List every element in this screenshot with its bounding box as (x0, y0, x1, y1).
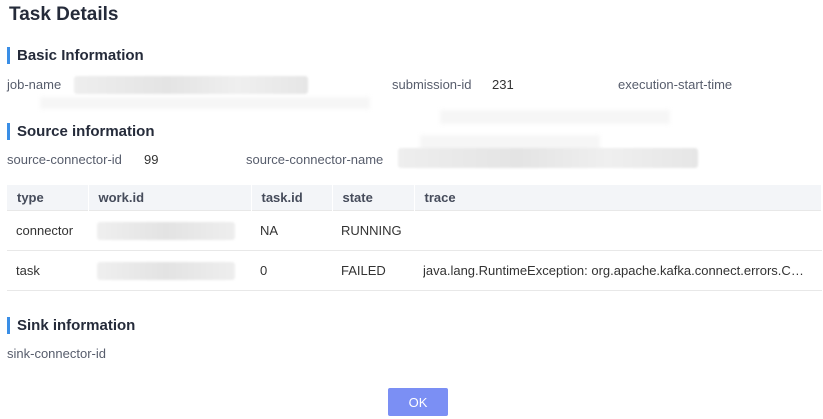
cell-trace (414, 210, 822, 251)
section-heading-label: Basic Information (17, 46, 144, 64)
cell-type: connector (7, 210, 88, 251)
section-accent-bar (7, 46, 10, 64)
cell-task-id: NA (251, 210, 332, 251)
table-row: task 0 FAILED java.lang.RuntimeException… (7, 250, 822, 291)
source-connector-name-redacted (398, 148, 698, 168)
dialog-title: Task Details (9, 4, 119, 25)
submission-id-label: submission-id (392, 77, 472, 92)
task-table: type work.id task.id state trace connect… (7, 185, 822, 291)
cell-type: task (7, 250, 88, 291)
background-artifact (440, 110, 670, 124)
cell-state: RUNNING (332, 210, 414, 251)
column-header-state: state (332, 185, 415, 211)
sink-connector-id-label: sink-connector-id (7, 346, 106, 361)
execution-start-time-label: execution-start-time (618, 77, 733, 92)
section-accent-bar (7, 122, 10, 140)
table-header-row: type work.id task.id state trace (7, 185, 822, 211)
cell-work-id (88, 250, 251, 291)
source-connector-name-label: source-connector-name (246, 152, 384, 167)
table-row: connector NA RUNNING (7, 210, 822, 251)
source-connector-id-value: 99 (144, 152, 159, 167)
column-header-trace: trace (414, 185, 822, 211)
source-info-section-heading: Source information (7, 122, 155, 140)
section-heading-label: Source information (17, 122, 155, 140)
sink-info-section-heading: Sink information (7, 316, 135, 334)
submission-id-value: 231 (492, 77, 514, 92)
source-connector-id-label: source-connector-id (7, 152, 122, 167)
cell-state: FAILED (332, 250, 414, 291)
cell-task-id: 0 (251, 250, 332, 291)
section-accent-bar (7, 316, 10, 334)
background-artifact (40, 97, 370, 109)
ok-button[interactable]: OK (388, 388, 448, 416)
basic-info-section-heading: Basic Information (7, 46, 144, 64)
section-heading-label: Sink information (17, 316, 136, 334)
cell-work-id (88, 210, 251, 251)
job-name-label: job-name (7, 77, 62, 92)
work-id-redacted (97, 221, 235, 240)
column-header-type: type (7, 185, 89, 211)
work-id-redacted (97, 261, 235, 280)
column-header-task-id: task.id (251, 185, 333, 211)
job-name-value-redacted (74, 76, 308, 94)
cell-trace[interactable]: java.lang.RuntimeException: org.apache.k… (414, 250, 822, 291)
column-header-work-id: work.id (88, 185, 252, 211)
trace-text[interactable]: java.lang.RuntimeException: org.apache.k… (423, 263, 809, 278)
